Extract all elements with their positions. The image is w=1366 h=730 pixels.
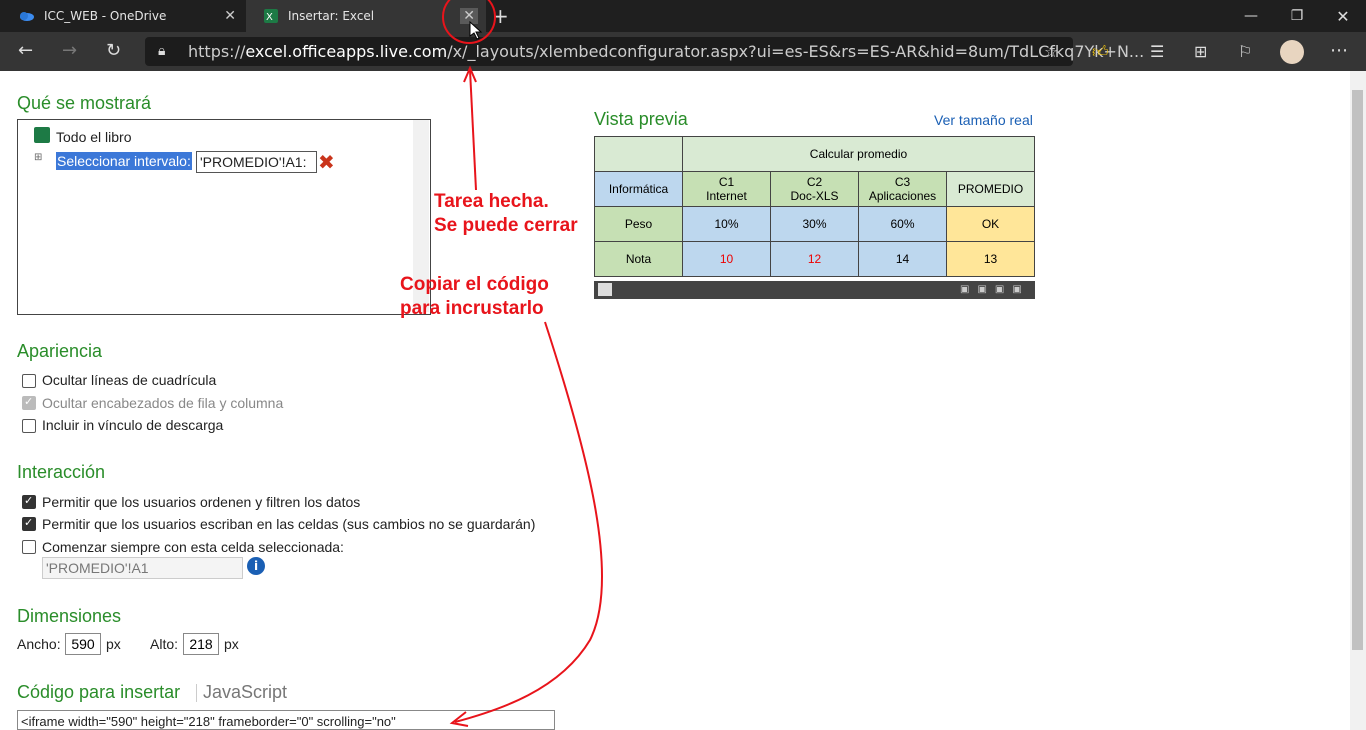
table-cell: 10 (682, 241, 771, 277)
table-cell (594, 136, 683, 172)
range-input[interactable]: 'PROMEDIO'!A1: (196, 151, 317, 173)
view-real-size-link[interactable]: Ver tamaño real (934, 112, 1033, 128)
embed-code-textarea[interactable]: <iframe width="590" height="218" framebo… (17, 710, 555, 730)
table-cell: Informática (594, 171, 683, 207)
tab-title: Insertar: Excel (288, 9, 375, 23)
width-unit: px (106, 636, 121, 652)
hide-gridlines-checkbox[interactable] (22, 374, 36, 388)
download-link-label: Incluir in vínculo de descarga (42, 417, 224, 433)
start-cell-label: Comenzar siempre con esta celda seleccio… (42, 539, 344, 555)
refresh-icon[interactable]: ↻ (106, 40, 121, 61)
tab-title: ICC_WEB - OneDrive (44, 9, 167, 23)
table-cell: C2 Doc-XLS (770, 171, 859, 207)
annotation-copy-line1: Copiar el código (400, 274, 549, 295)
tab-excel[interactable]: X Insertar: Excel ✕ (246, 0, 486, 32)
favorites-icon[interactable]: ☰ (1150, 42, 1164, 61)
show-options-list (17, 119, 431, 315)
table-cell: 13 (946, 241, 1035, 277)
javascript-tab[interactable]: JavaScript (203, 682, 287, 703)
table-cell: Nota (594, 241, 683, 277)
annotation-done-line1: Tarea hecha. (434, 191, 549, 212)
page-scrollbar-thumb[interactable] (1352, 90, 1363, 650)
close-tab-icon[interactable]: ✕ (460, 8, 478, 24)
back-icon[interactable]: ← (18, 40, 33, 61)
section-embed-code-title: Código para insertar (17, 682, 181, 702)
close-tab-icon[interactable]: ✕ (224, 8, 236, 24)
forward-icon[interactable]: → (62, 40, 77, 61)
hide-headers-checkbox[interactable] (22, 395, 36, 410)
table-cell: 10% (682, 206, 771, 242)
section-interaction-title: Interacción (17, 462, 106, 482)
allow-sort-filter-label: Permitir que los usuarios ordenen y filt… (42, 494, 361, 510)
avatar[interactable] (1280, 40, 1304, 64)
onedrive-cloud-icon (20, 12, 34, 21)
excel-logo-icon (598, 283, 612, 296)
hide-headers-label: Ocultar encabezados de fila y columna (42, 395, 284, 411)
option-whole-book[interactable]: Todo el libro (56, 129, 132, 145)
start-cell-input[interactable]: 'PROMEDIO'!A1 (42, 557, 243, 579)
svg-text:X: X (266, 12, 273, 23)
table-cell: Peso (594, 206, 683, 242)
excel-workbook-icon (34, 127, 50, 143)
favorite-star-icon[interactable]: ☆ (1044, 42, 1058, 61)
table-cell: C1 Internet (682, 171, 771, 207)
minimize-icon[interactable]: — (1228, 0, 1274, 32)
annotation-done-line2: Se puede cerrar (434, 215, 578, 236)
allow-typing-checkbox[interactable] (22, 516, 36, 531)
range-icon: ⊞ (34, 152, 43, 163)
start-cell-checkbox[interactable] (22, 540, 36, 554)
allow-typing-label: Permitir que los usuarios escriban en la… (42, 516, 536, 532)
hide-gridlines-label: Ocultar líneas de cuadrícula (42, 372, 217, 388)
table-cell: 12 (770, 241, 859, 277)
option-select-range[interactable]: Seleccionar intervalo: (56, 152, 192, 170)
width-input[interactable]: 590 (65, 633, 101, 655)
table-cell: 14 (858, 241, 947, 277)
allow-sort-filter-checkbox[interactable] (22, 494, 36, 509)
table-header: Calcular promedio (682, 136, 1035, 172)
lock-icon[interactable]: 🔒︎ (158, 43, 165, 59)
restore-icon[interactable]: ❐ (1274, 0, 1320, 32)
feedback-icon[interactable]: ⚐ (1238, 42, 1252, 61)
thumbs-up-icon[interactable]: 👍︎ (1092, 42, 1109, 62)
height-unit: px (224, 636, 239, 652)
divider (196, 684, 197, 702)
preview-title: Vista previa (594, 109, 688, 129)
table-cell: C3 Aplicaciones (858, 171, 947, 207)
width-label: Ancho: (17, 636, 61, 652)
preview-table: Calcular promedio Informática C1 Interne… (594, 136, 1035, 277)
info-icon[interactable]: i (247, 557, 265, 575)
url-text[interactable]: https://excel.officeapps.live.com/x/_lay… (188, 42, 1144, 61)
new-tab-icon[interactable]: + (492, 4, 509, 28)
table-cell: PROMEDIO (946, 171, 1035, 207)
section-show-title: Qué se mostrará (17, 93, 152, 113)
more-menu-icon[interactable]: ⋯ (1330, 40, 1348, 61)
preview-toolbar-icons[interactable]: ▣▣▣▣ (960, 284, 1030, 295)
excel-icon: X (264, 9, 278, 23)
close-window-icon[interactable]: ✕ (1320, 0, 1366, 32)
delete-range-icon[interactable]: ✖ (318, 150, 335, 174)
table-cell: OK (946, 206, 1035, 242)
height-label: Alto: (150, 636, 179, 652)
tab-onedrive[interactable]: ICC_WEB - OneDrive ✕ (0, 0, 246, 32)
tab-strip: ICC_WEB - OneDrive ✕ X Insertar: Excel ✕… (0, 0, 1366, 32)
table-cell: 30% (770, 206, 859, 242)
table-cell: 60% (858, 206, 947, 242)
section-appearance-title: Apariencia (17, 341, 103, 361)
section-dimensions-title: Dimensiones (17, 606, 122, 626)
download-link-checkbox[interactable] (22, 419, 36, 433)
annotation-copy-line2: para incrustarlo (400, 298, 544, 319)
height-input[interactable]: 218 (183, 633, 219, 655)
collections-icon[interactable]: ⊞ (1194, 42, 1207, 61)
